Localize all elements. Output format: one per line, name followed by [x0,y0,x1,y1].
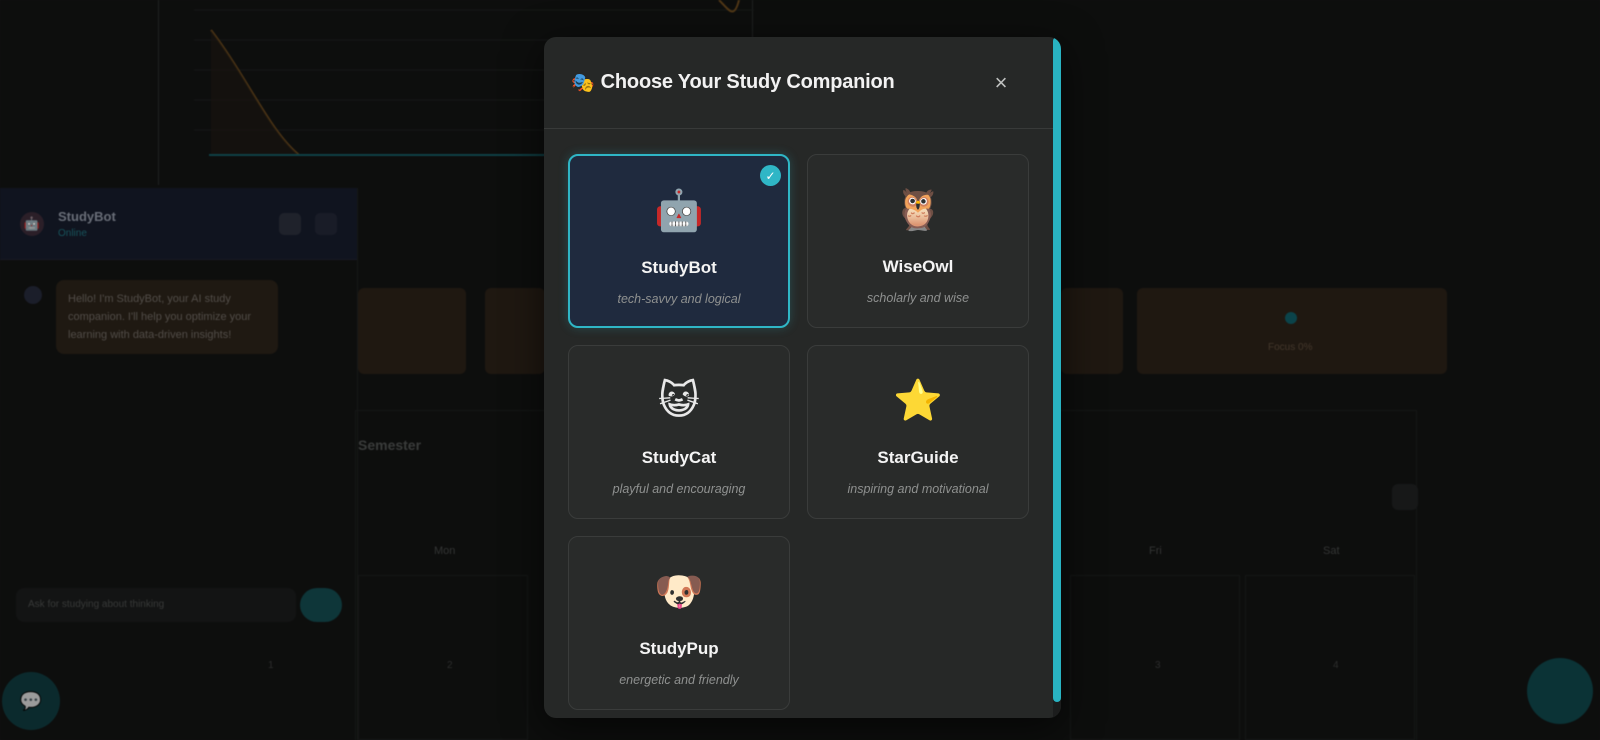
companion-card-starguide[interactable]: ⭐ StarGuide inspiring and motivational [807,345,1029,519]
modal-header: 🎭 Choose Your Study Companion × [544,37,1061,129]
companion-name: StudyBot [641,258,717,277]
companion-description: scholarly and wise [866,291,970,305]
companion-card-studycat[interactable]: 😺 StudyCat playful and encouraging [568,345,790,519]
modal-scrollbar[interactable] [1053,37,1061,718]
companion-name: StudyPup [639,639,719,658]
companion-grid: ✓ 🤖 StudyBot tech-savvy and logical 🦉 Wi… [568,154,1029,710]
companion-card-studypup[interactable]: 🐶 StudyPup energetic and friendly [568,536,790,710]
star-icon: ⭐ [893,379,943,423]
companion-name: StarGuide [877,448,959,467]
companion-name: StudyCat [641,448,717,467]
companion-card-studybot[interactable]: ✓ 🤖 StudyBot tech-savvy and logical [568,154,790,328]
scrollbar-thumb[interactable] [1053,37,1061,702]
companion-description: energetic and friendly [619,673,739,687]
owl-icon: 🦉 [893,188,943,232]
close-icon[interactable]: × [987,69,1015,97]
checkmark-icon: ✓ [760,165,781,186]
companion-name: WiseOwl [882,257,954,276]
companion-modal: 🎭 Choose Your Study Companion × ✓ 🤖 Stud… [544,37,1061,718]
modal-title: Choose Your Study Companion [600,71,895,93]
dog-icon: 🐶 [654,570,704,614]
theater-masks-icon: 🎭 [571,72,595,94]
companion-description: inspiring and motivational [847,482,989,496]
companion-description: tech-savvy and logical [617,292,741,306]
companion-card-wiseowl[interactable]: 🦉 WiseOwl scholarly and wise [807,154,1029,328]
cat-icon: 😺 [658,379,700,423]
companion-description: playful and encouraging [612,482,746,496]
robot-icon: 🤖 [654,189,704,233]
